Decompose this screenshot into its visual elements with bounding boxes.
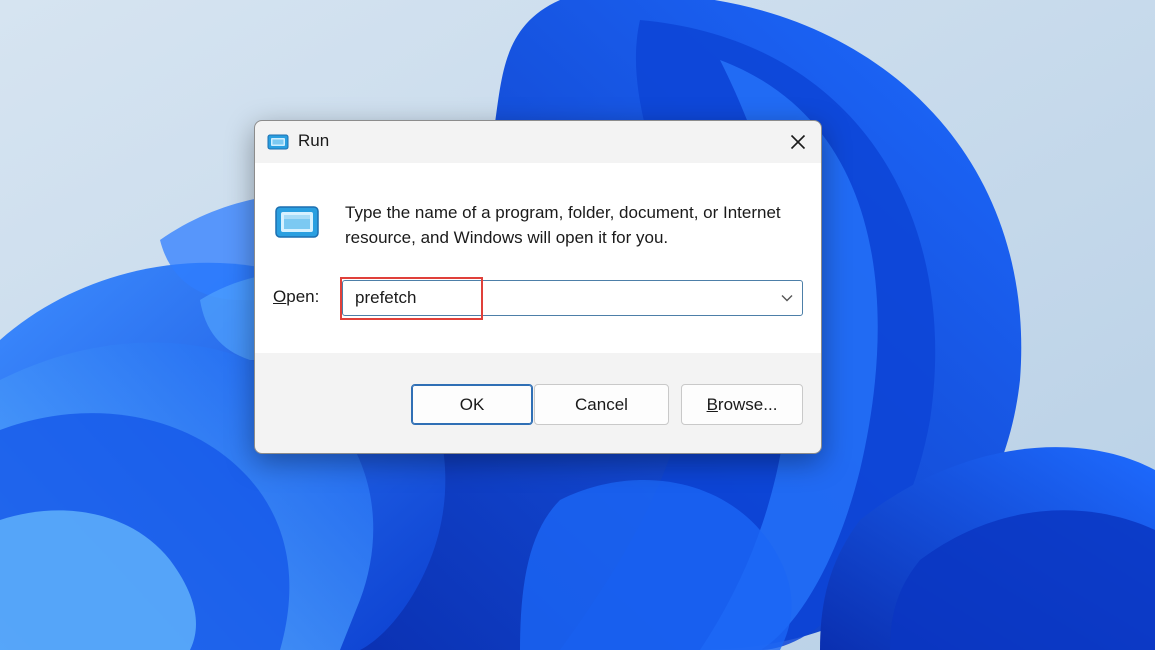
dialog-description: Type the name of a program, folder, docu…	[345, 203, 781, 247]
browse-button[interactable]: Browse...	[681, 384, 803, 425]
open-label-mnemonic: O	[273, 287, 287, 306]
run-icon	[275, 206, 319, 238]
close-icon	[790, 134, 806, 150]
open-label-text: pen:	[286, 287, 320, 306]
chevron-down-icon	[781, 295, 793, 302]
open-combobox[interactable]	[342, 280, 803, 316]
close-button[interactable]	[781, 125, 815, 159]
dialog-title: Run	[298, 131, 330, 150]
browse-mnemonic: B	[706, 394, 718, 414]
open-input[interactable]	[343, 281, 763, 315]
browse-label: rowse...	[717, 394, 778, 414]
desktop: Run Type the name of a program, folder, …	[0, 0, 1155, 650]
title-bar[interactable]: Run	[255, 121, 821, 163]
open-label: Open:	[273, 287, 319, 307]
run-dialog: Run Type the name of a program, folder, …	[254, 120, 822, 454]
dialog-content: Type the name of a program, folder, docu…	[255, 163, 821, 353]
dropdown-button[interactable]	[772, 281, 802, 315]
run-icon	[267, 134, 289, 150]
ok-button[interactable]: OK	[411, 384, 533, 425]
cancel-button[interactable]: Cancel	[534, 384, 669, 425]
